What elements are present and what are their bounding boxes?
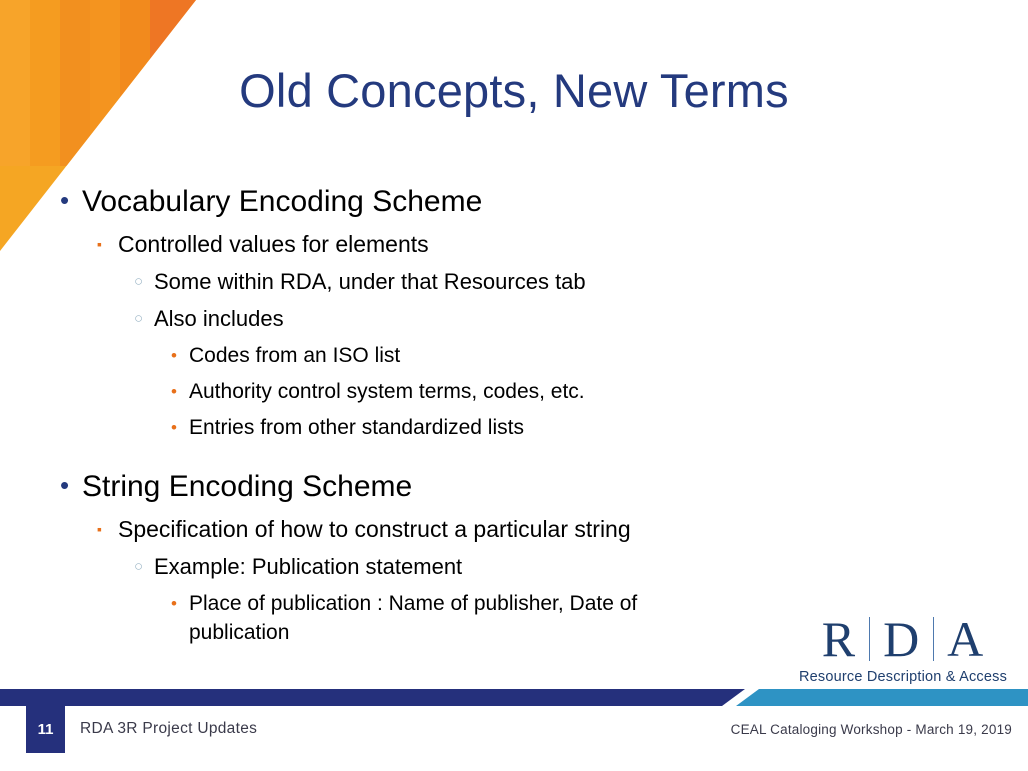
bullet-level4: • Entries from other standardized lists — [171, 413, 960, 442]
bullet-level4: • Codes from an ISO list — [171, 341, 960, 370]
rda-logo-letters: R D A — [797, 612, 1009, 666]
bullet-group-spacer — [60, 442, 960, 468]
footer-bar-navy — [0, 689, 745, 706]
bullet-dot-small-icon: • — [171, 382, 177, 401]
bullet-square-icon: ▪ — [97, 521, 102, 537]
bullet-circle-icon: ○ — [134, 273, 144, 290]
bullet-level4: • Authority control system terms, codes,… — [171, 377, 960, 406]
bullet-circle-icon: ○ — [134, 310, 144, 327]
rda-logo-tagline: Resource Description & Access — [798, 669, 1008, 685]
rda-letter-d: D — [883, 611, 921, 667]
bullet-level3: ○ Some within RDA, under that Resources … — [134, 267, 960, 297]
slide-body: • Vocabulary Encoding Scheme ▪ Controlle… — [60, 183, 960, 647]
bullet-text: Authority control system terms, codes, e… — [189, 380, 585, 403]
bullet-level1: • String Encoding Scheme — [60, 468, 960, 506]
bullet-text: Also includes — [154, 306, 284, 331]
rda-letter-r: R — [821, 611, 857, 667]
footer-left-text: RDA 3R Project Updates — [80, 720, 258, 737]
slide-number-badge: 11 — [26, 706, 65, 753]
bullet-level3: ○ Example: Publication statement — [134, 552, 960, 582]
bullet-text: Controlled values for elements — [118, 231, 429, 257]
footer-bar-teal — [736, 689, 1028, 706]
presentation-slide: Old Concepts, New Terms • Vocabulary Enc… — [0, 0, 1028, 771]
bullet-text: Example: Publication statement — [154, 554, 463, 579]
bullet-level3: ○ Also includes — [134, 304, 960, 334]
bullet-text: Codes from an ISO list — [189, 344, 401, 367]
bullet-text: String Encoding Scheme — [82, 470, 413, 503]
bullet-level1: • Vocabulary Encoding Scheme — [60, 183, 960, 221]
rda-letter-a: A — [947, 611, 985, 667]
bullet-dot-small-icon: • — [171, 346, 177, 365]
rda-logo: R D A Resource Description & Access — [797, 612, 1009, 686]
bullet-text: Place of publication : Name of publisher… — [189, 592, 638, 644]
bullet-level2: ▪ Controlled values for elements — [97, 229, 960, 260]
slide-title: Old Concepts, New Terms — [239, 64, 789, 117]
bullet-square-icon: ▪ — [97, 236, 102, 252]
bullet-dot-icon: • — [60, 470, 70, 500]
bullet-dot-icon: • — [60, 185, 70, 215]
bullet-dot-small-icon: • — [171, 418, 177, 437]
bullet-text: Entries from other standardized lists — [189, 416, 524, 439]
bullet-dot-small-icon: • — [171, 594, 177, 613]
footer-right-text: CEAL Cataloging Workshop - March 19, 201… — [730, 722, 1012, 737]
bullet-text: Some within RDA, under that Resources ta… — [154, 269, 586, 294]
bullet-text: Specification of how to construct a part… — [118, 516, 631, 542]
bullet-text: Vocabulary Encoding Scheme — [82, 185, 483, 218]
bullet-level2: ▪ Specification of how to construct a pa… — [97, 514, 960, 545]
bullet-circle-icon: ○ — [134, 558, 144, 575]
